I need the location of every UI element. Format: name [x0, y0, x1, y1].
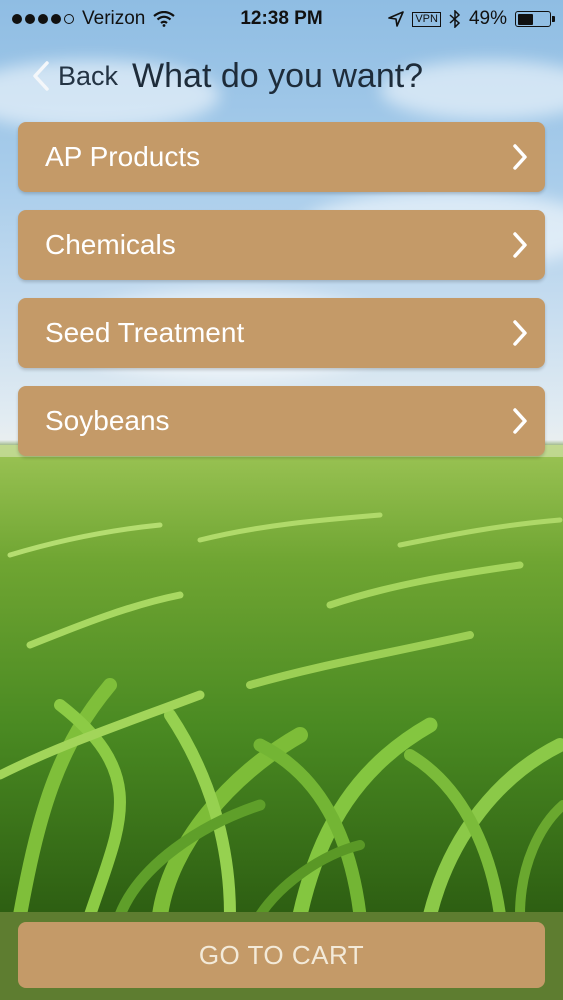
corn-field-image: [0, 445, 563, 915]
signal-dot-filled: [12, 14, 22, 24]
menu-item-label: AP Products: [45, 141, 201, 172]
status-right: VPN 49%: [388, 8, 555, 30]
battery-level: [517, 13, 533, 25]
menu-item-seed-treatment[interactable]: Seed Treatment: [18, 298, 545, 368]
menu-item-label: Chemicals: [45, 229, 176, 260]
location-arrow-icon: [388, 11, 405, 27]
signal-strength-icon: [12, 14, 74, 24]
bluetooth-icon: [449, 10, 461, 28]
menu-item-soybeans[interactable]: Soybeans: [18, 386, 545, 456]
chevron-right-icon: [511, 230, 529, 260]
back-label: Back: [58, 60, 119, 91]
chevron-right-icon: [511, 142, 529, 172]
signal-dot-filled: [51, 14, 61, 24]
status-left: Verizon: [12, 8, 176, 30]
signal-dot-empty: [64, 14, 74, 24]
back-button[interactable]: Back: [30, 58, 118, 94]
vpn-badge: VPN: [412, 11, 441, 27]
signal-dot-filled: [25, 14, 35, 24]
menu-item-ap-products[interactable]: AP Products: [18, 122, 545, 192]
signal-dot-filled: [38, 14, 48, 24]
carrier-name: Verizon: [82, 8, 146, 29]
page-title: What do you want?: [132, 56, 424, 95]
menu-item-label: Seed Treatment: [45, 317, 245, 348]
chevron-left-icon: [30, 58, 52, 94]
menu-item-chemicals[interactable]: Chemicals: [18, 210, 545, 280]
battery-icon: [515, 11, 555, 27]
app-screen: Verizon 12:38 PM VPN 49% Back What do yo…: [0, 0, 563, 1000]
go-to-cart-button[interactable]: GO TO CART: [18, 922, 545, 988]
menu-item-label: Soybeans: [45, 405, 170, 436]
battery-percent: 49%: [468, 8, 507, 29]
chevron-right-icon: [511, 318, 529, 348]
chevron-right-icon: [511, 406, 529, 436]
status-bar: Verizon 12:38 PM VPN 49%: [0, 0, 563, 38]
nav-bar: Back What do you want?: [0, 52, 563, 100]
category-menu: AP Products Chemicals Seed Treatment Soy…: [18, 122, 545, 474]
wifi-icon: [153, 11, 176, 27]
